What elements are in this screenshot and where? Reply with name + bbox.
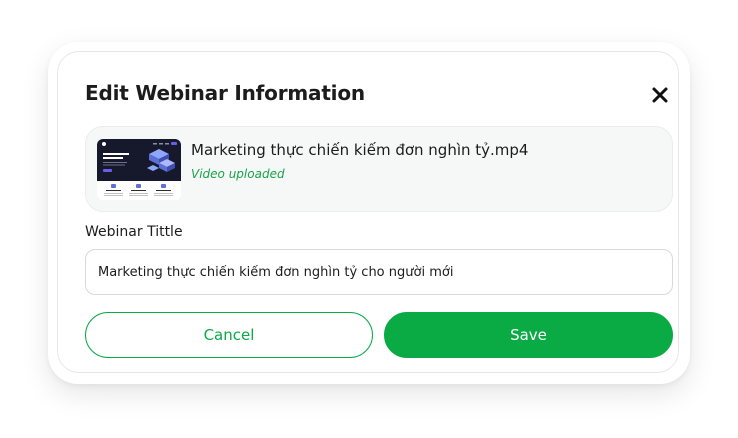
upload-status: Video uploaded xyxy=(191,167,285,181)
file-name: Marketing thực chiến kiếm đơn nghìn tỷ.m… xyxy=(191,141,529,159)
video-thumbnail[interactable] xyxy=(97,139,181,200)
uploaded-file-card: Marketing thực chiến kiếm đơn nghìn tỷ.m… xyxy=(85,126,673,212)
cancel-button[interactable]: Cancel xyxy=(85,312,373,358)
save-button[interactable]: Save xyxy=(384,312,673,358)
modal-body: Edit Webinar Information Marketing thực … xyxy=(57,51,679,373)
edit-webinar-modal: Edit Webinar Information Marketing thực … xyxy=(48,42,690,384)
webinar-title-label: Webinar Tittle xyxy=(85,224,183,240)
close-button[interactable] xyxy=(650,85,670,105)
close-icon xyxy=(652,87,668,103)
thumbnail-image xyxy=(97,139,181,200)
modal-title: Edit Webinar Information xyxy=(85,81,365,105)
webinar-title-input[interactable] xyxy=(85,249,673,295)
